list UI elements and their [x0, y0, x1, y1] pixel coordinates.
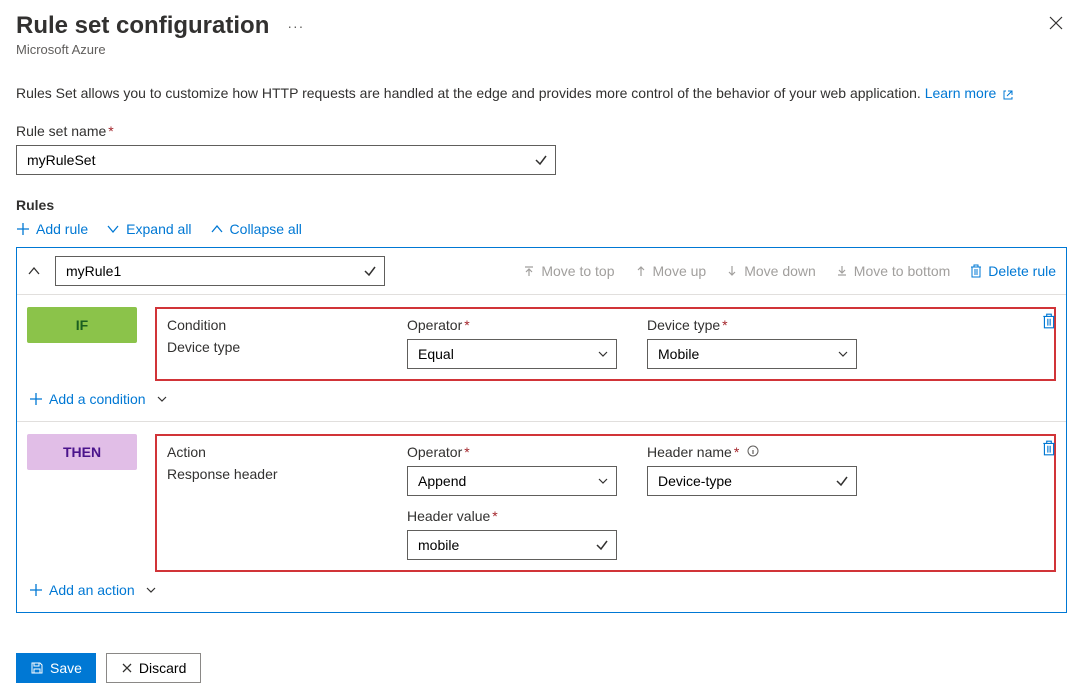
plus-icon: [29, 392, 43, 406]
arrow-top-icon: [523, 265, 535, 277]
move-to-bottom-button[interactable]: Move to bottom: [836, 263, 951, 279]
delete-action-button[interactable]: [1042, 440, 1056, 456]
header-value-input[interactable]: [407, 530, 617, 560]
chevron-up-icon: [27, 264, 41, 278]
trash-icon: [1042, 313, 1056, 329]
operator-label: Operator*: [407, 317, 617, 333]
add-condition-button[interactable]: Add a condition: [29, 391, 168, 407]
delete-rule-button[interactable]: Delete rule: [970, 263, 1056, 279]
chevron-down-icon: [156, 393, 168, 405]
close-icon: [1049, 16, 1063, 30]
operator-select[interactable]: Equal: [407, 339, 617, 369]
save-icon: [30, 661, 44, 675]
learn-more-link[interactable]: Learn more: [925, 85, 1014, 101]
action-value: Response header: [167, 466, 377, 482]
move-to-top-button[interactable]: Move to top: [523, 263, 614, 279]
breadcrumb: Microsoft Azure: [16, 42, 322, 57]
move-down-button[interactable]: Move down: [726, 263, 816, 279]
discard-button[interactable]: Discard: [106, 653, 201, 683]
arrow-up-icon: [635, 265, 647, 277]
move-up-button[interactable]: Move up: [635, 263, 707, 279]
close-button[interactable]: [1045, 12, 1067, 34]
save-button[interactable]: Save: [16, 653, 96, 683]
collapse-all-button[interactable]: Collapse all: [210, 221, 302, 237]
action-highlight: Action Response header Operator* Append: [155, 434, 1056, 572]
info-icon[interactable]: [747, 445, 759, 457]
chevron-down-icon: [106, 222, 120, 236]
trash-icon: [970, 264, 982, 278]
arrow-bottom-icon: [836, 265, 848, 277]
chevron-down-icon: [145, 584, 157, 596]
description-text: Rules Set allows you to customize how HT…: [16, 85, 1067, 101]
condition-value: Device type: [167, 339, 377, 355]
plus-icon: [29, 583, 43, 597]
header-name-input[interactable]: [647, 466, 857, 496]
rule-name-input[interactable]: [55, 256, 385, 286]
device-type-select[interactable]: Mobile: [647, 339, 857, 369]
then-badge: THEN: [27, 434, 137, 470]
chevron-up-icon: [210, 222, 224, 236]
action-operator-label: Operator*: [407, 444, 617, 460]
action-operator-select[interactable]: Append: [407, 466, 617, 496]
arrow-down-icon: [726, 265, 738, 277]
if-badge: IF: [27, 307, 137, 343]
page-title: Rule set configuration: [16, 12, 269, 40]
rules-section-label: Rules: [16, 197, 1067, 213]
expand-all-button[interactable]: Expand all: [106, 221, 191, 237]
external-link-icon: [1002, 89, 1014, 101]
rule-set-name-label: Rule set name*: [16, 123, 1067, 139]
condition-label: Condition: [167, 317, 377, 333]
trash-icon: [1042, 440, 1056, 456]
delete-condition-button[interactable]: [1042, 313, 1056, 329]
close-icon: [121, 662, 133, 674]
rule-set-name-input[interactable]: [16, 145, 556, 175]
header-name-label: Header name*: [647, 444, 857, 460]
add-action-button[interactable]: Add an action: [29, 582, 157, 598]
header-value-label: Header value*: [407, 508, 617, 524]
condition-highlight: Condition Device type Operator* Equal: [155, 307, 1056, 381]
action-label: Action: [167, 444, 377, 460]
collapse-rule-toggle[interactable]: [27, 264, 41, 278]
more-menu[interactable]: ···: [269, 18, 322, 34]
plus-icon: [16, 222, 30, 236]
rule-container: Move to top Move up Move down Move to bo…: [16, 247, 1067, 613]
add-rule-button[interactable]: Add rule: [16, 221, 88, 237]
device-type-label: Device type*: [647, 317, 857, 333]
